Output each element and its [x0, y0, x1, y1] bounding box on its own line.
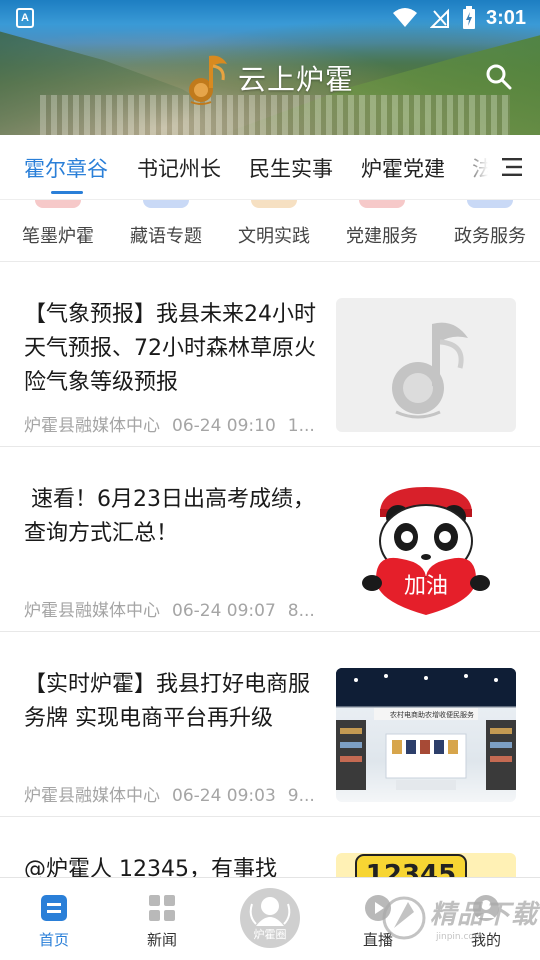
nav-home[interactable]: 首页 [14, 894, 94, 950]
placeholder-logo-icon [392, 322, 468, 419]
status-bar: A 3:01 [0, 0, 540, 36]
tab-secretary-governor[interactable]: 书记州长 [137, 153, 221, 183]
subcat-icon [467, 200, 513, 208]
wifi-icon [393, 8, 417, 27]
nav-community[interactable]: 炉霍圈 [240, 888, 300, 948]
subcategory-row: 笔墨炉霍 藏语专题 文明实践 党建服务 政务服务 [0, 200, 540, 262]
article-extra: 9... [287, 786, 315, 806]
search-icon[interactable] [484, 62, 514, 92]
grid-icon [149, 895, 175, 921]
article-item[interactable]: 速看！6月23日出高考成绩，查询方式汇总！ 炉霍县融媒体中心 06-24 09:0… [0, 447, 540, 632]
article-thumbnail[interactable]: 农村电商 助农增收 便民服务 [336, 668, 516, 802]
notification-icon: A [16, 8, 34, 28]
banner-town [40, 95, 510, 135]
app-title: 云上炉霍 [238, 63, 355, 96]
tab-livelihood[interactable]: 民生实事 [249, 153, 333, 183]
article-item[interactable]: 【实时炉霍】我县打好电商服务牌 实现电商平台再升级 炉霍县融媒体中心 06-24 … [0, 632, 540, 817]
article-source: 炉霍县融媒体中心 [24, 786, 160, 806]
status-icons [392, 6, 476, 30]
category-tabs: 霍尔章谷 书记州长 民生实事 炉霍党建 法 [0, 135, 540, 200]
article-time: 06-24 09:07 [172, 601, 276, 621]
subcat-icon [359, 200, 405, 208]
store-sign-3: 便民服务 [446, 710, 474, 719]
subcat-party-services[interactable]: 党建服务 [346, 222, 418, 248]
store-interior-image: 农村电商 助农增收 便民服务 [336, 668, 516, 790]
subcat-icon [143, 200, 189, 208]
article-thumbnail[interactable] [336, 298, 516, 432]
panda-sign-text: 加油 [404, 574, 448, 599]
music-note-logo-icon [189, 55, 227, 105]
article-meta: 炉霍县融媒体中心 06-24 09:10 1... [24, 411, 316, 436]
store-sign-1: 农村电商 [390, 710, 418, 719]
active-tab-indicator [51, 191, 83, 194]
subcat-bimo-luhuo[interactable]: 笔墨炉霍 [22, 222, 94, 248]
watermark-text: 精品下载 [430, 900, 539, 930]
subcat-tibetan-topics[interactable]: 藏语专题 [130, 222, 202, 248]
article-title[interactable]: 速看！6月23日出高考成绩，查询方式汇总！ [24, 483, 316, 551]
article-title[interactable]: 【实时炉霍】我县打好电商服务牌 实现电商平台再升级 [24, 668, 316, 736]
article-title[interactable]: 【气象预报】我县未来24小时天气预报、72小时森林草原火险气象等级预报 [24, 298, 316, 400]
panda-mascot-icon: 加油 [362, 487, 490, 615]
menu-icon[interactable] [500, 157, 524, 177]
nav-home-label: 首页 [38, 931, 69, 949]
watermark-logo-icon [382, 896, 426, 940]
article-item[interactable]: 【气象预报】我县未来24小时天气预报、72小时森林草原火险气象等级预报 炉霍县融… [0, 262, 540, 447]
tab-fade [460, 135, 500, 199]
tab-party-building[interactable]: 炉霍党建 [361, 153, 445, 183]
nav-community-label: 炉霍圈 [253, 928, 287, 941]
watermark-url: jinpin.com [436, 932, 483, 942]
nav-news[interactable]: 新闻 [122, 894, 202, 950]
article-extra: 8... [287, 601, 315, 621]
article-extra: 1... [287, 416, 315, 436]
article-time: 06-24 09:10 [172, 416, 276, 436]
article-meta: 炉霍县融媒体中心 06-24 09:07 8... [24, 596, 316, 621]
subcat-icon [251, 200, 297, 208]
store-sign-2: 助农增收 [418, 710, 446, 719]
nav-news-label: 新闻 [146, 931, 177, 949]
community-icon [249, 897, 291, 926]
header-banner: A 3:01 云上炉霍 [0, 0, 540, 135]
article-meta: 炉霍县融媒体中心 06-24 09:03 9... [24, 781, 316, 806]
subcat-civilization-practice[interactable]: 文明实践 [238, 222, 310, 248]
home-icon [41, 895, 67, 921]
signal-icon [430, 8, 449, 28]
article-time: 06-24 09:03 [172, 786, 276, 806]
tab-huoer-zhanggu[interactable]: 霍尔章谷 [24, 153, 108, 183]
battery-icon [463, 6, 475, 29]
subcat-government-services[interactable]: 政务服务 [454, 222, 526, 248]
article-source: 炉霍县融媒体中心 [24, 601, 160, 621]
article-source: 炉霍县融媒体中心 [24, 416, 160, 436]
article-thumbnail[interactable]: 加油 [336, 483, 516, 617]
watermark: 精品下载 jinpin.com [380, 888, 540, 954]
subcat-icon [35, 200, 81, 208]
status-time: 3:01 [485, 7, 526, 29]
